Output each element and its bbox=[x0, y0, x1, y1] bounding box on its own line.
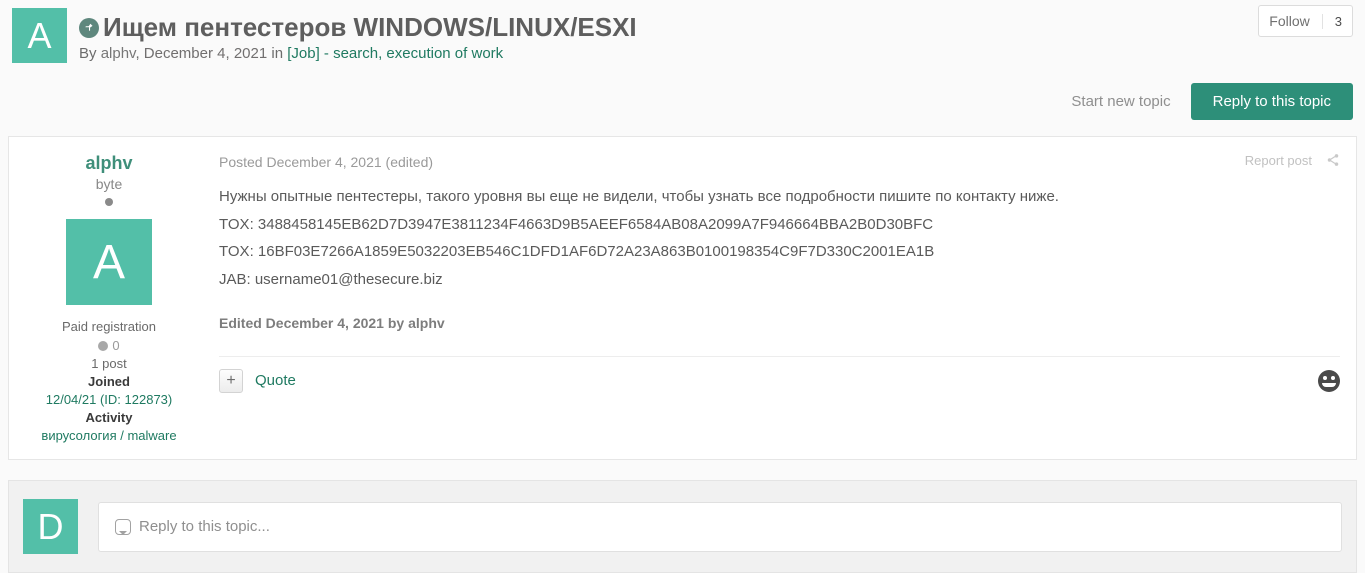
start-new-topic-link[interactable]: Start new topic bbox=[1071, 93, 1170, 110]
post: alphv byte A Paid registration 0 1 post … bbox=[8, 136, 1357, 460]
topic-header: A Ищем пентестеров WINDOWS/LINUX/ESXI By… bbox=[0, 0, 1365, 83]
post-footer: + Quote bbox=[219, 369, 1340, 393]
current-user-avatar[interactable]: D bbox=[23, 499, 78, 554]
joined-label: Joined bbox=[88, 374, 130, 389]
reaction-icon[interactable] bbox=[1318, 370, 1340, 392]
posted-date: December 4, 2021 bbox=[266, 154, 381, 170]
activity-value-link[interactable]: вирусология / malware bbox=[41, 428, 176, 443]
pinned-icon bbox=[79, 18, 99, 38]
byline-date-link[interactable]: December 4, 2021 bbox=[144, 45, 267, 62]
post-count: 1 post bbox=[23, 356, 195, 371]
share-icon[interactable] bbox=[1326, 153, 1340, 170]
topic-byline: By alphv, December 4, 2021 in [Job] - se… bbox=[79, 45, 637, 62]
post-main: Posted December 4, 2021 (edited) Report … bbox=[209, 153, 1350, 443]
follow-count: 3 bbox=[1322, 14, 1342, 29]
byline-author-link[interactable]: alphv bbox=[101, 45, 136, 62]
byline-prefix: By bbox=[79, 45, 97, 62]
reply-area: D Reply to this topic... bbox=[8, 480, 1357, 573]
posted-time[interactable]: Posted December 4, 2021 (edited) bbox=[219, 154, 433, 170]
reputation-icon bbox=[98, 341, 108, 351]
quote-link[interactable]: Quote bbox=[255, 372, 296, 389]
posted-prefix: Posted bbox=[219, 154, 266, 170]
follow-label: Follow bbox=[1269, 13, 1309, 29]
byline-sep: , bbox=[135, 45, 139, 62]
post-author-avatar[interactable]: A bbox=[66, 219, 152, 305]
comment-icon bbox=[115, 519, 131, 535]
topic-title-row: Ищем пентестеров WINDOWS/LINUX/ESXI bbox=[79, 12, 637, 43]
byline-forum-link[interactable]: [Job] - search, execution of work bbox=[287, 45, 503, 62]
joined-value-link[interactable]: 12/04/21 (ID: 122873) bbox=[46, 392, 172, 407]
online-status-icon bbox=[105, 198, 113, 206]
multiquote-button[interactable]: + bbox=[219, 369, 243, 393]
reply-placeholder: Reply to this topic... bbox=[139, 518, 270, 535]
topic-author-avatar[interactable]: A bbox=[12, 8, 67, 63]
post-line: TOX: 3488458145EB62D7D3947E3811234F4663D… bbox=[219, 212, 1340, 238]
byline-in: in bbox=[271, 45, 283, 62]
reply-to-topic-button[interactable]: Reply to this topic bbox=[1191, 83, 1353, 120]
topic-title: Ищем пентестеров WINDOWS/LINUX/ESXI bbox=[103, 12, 637, 43]
paid-reg-label: Paid registration bbox=[23, 319, 195, 334]
post-author-link[interactable]: alphv bbox=[23, 153, 195, 174]
post-author-rank: byte bbox=[23, 176, 195, 192]
reply-input[interactable]: Reply to this topic... bbox=[98, 502, 1342, 552]
reputation-value: 0 bbox=[112, 338, 119, 353]
report-post-link[interactable]: Report post bbox=[1245, 153, 1312, 170]
follow-button[interactable]: Follow 3 bbox=[1258, 5, 1353, 37]
post-body: Нужны опытные пентестеры, такого уровня … bbox=[219, 184, 1340, 357]
reputation-row: 0 bbox=[23, 338, 195, 353]
posted-edited-suffix: (edited) bbox=[382, 154, 433, 170]
post-author-panel: alphv byte A Paid registration 0 1 post … bbox=[9, 153, 209, 443]
post-line: TOX: 16BF03E7266A1859E5032203EB546C1DFD1… bbox=[219, 239, 1340, 265]
edited-note: Edited December 4, 2021 by alphv bbox=[219, 312, 1340, 336]
post-meta-top: Posted December 4, 2021 (edited) Report … bbox=[219, 153, 1340, 170]
post-line: Нужны опытные пентестеры, такого уровня … bbox=[219, 184, 1340, 210]
activity-label: Activity bbox=[86, 410, 133, 425]
post-line: JAB: username01@thesecure.biz bbox=[219, 267, 1340, 293]
topic-actions-row: Start new topic Reply to this topic bbox=[0, 83, 1365, 136]
topic-header-text: Ищем пентестеров WINDOWS/LINUX/ESXI By a… bbox=[79, 8, 637, 62]
